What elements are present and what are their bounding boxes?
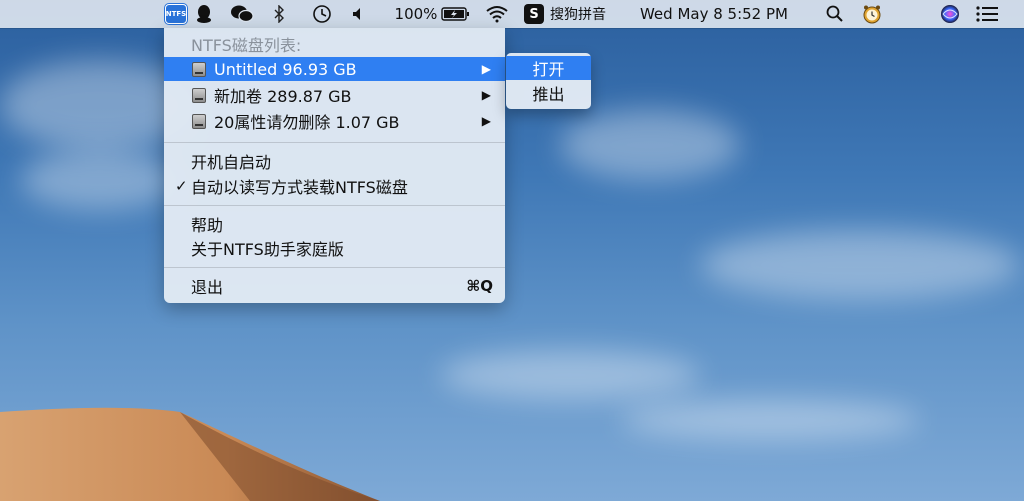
battery-status-item[interactable]: 100% [392, 0, 474, 28]
ntfs-dropdown-menu: NTFS磁盘列表: Untitled 96.93 GB ▶ 新加卷 289.87… [164, 28, 505, 303]
menu-item-auto-mount[interactable]: ✓ 自动以读写方式装载NTFS磁盘 [164, 174, 505, 198]
menu-item-label: 帮助 [191, 216, 224, 235]
disk-submenu: 打开 推出 [506, 53, 591, 109]
menu-item-help[interactable]: 帮助 [164, 212, 505, 236]
disk-item-untitled[interactable]: Untitled 96.93 GB ▶ [164, 57, 505, 81]
submenu-arrow-icon: ▶ [481, 88, 491, 102]
volume-status-item[interactable] [350, 0, 368, 28]
submenu-item-label: 打开 [532, 60, 565, 79]
qq-status-item[interactable] [194, 0, 214, 28]
disk-item-20-attributes[interactable]: 20属性请勿删除 1.07 GB ▶ [164, 109, 505, 133]
disk-label: 新加卷 289.87 GB [214, 87, 352, 106]
disk-icon [192, 61, 206, 77]
menu-item-label: 关于NTFS助手家庭版 [191, 240, 344, 259]
menu-item-about[interactable]: 关于NTFS助手家庭版 [164, 236, 505, 260]
bluetooth-status-item[interactable] [270, 0, 288, 28]
clock-app-status-item[interactable] [860, 0, 884, 28]
menu-separator [164, 142, 505, 143]
submenu-item-open[interactable]: 打开 [506, 56, 591, 80]
menu-item-label: 自动以读写方式装载NTFS磁盘 [191, 178, 408, 197]
sogou-icon: S [524, 4, 544, 24]
keyboard-shortcut: ⌘Q [466, 277, 493, 295]
clock-app-icon [863, 5, 881, 24]
qq-icon [197, 5, 211, 23]
disk-label: Untitled 96.93 GB [214, 59, 357, 79]
menu-bar: NTFS 100% S 搜狗拼音 Wed May 8 5:52 PM [0, 0, 1024, 28]
menu-item-quit[interactable]: 退出 ⌘Q [164, 274, 505, 298]
menu-header: NTFS磁盘列表: [164, 32, 505, 56]
wechat-icon [231, 5, 254, 23]
sogou-input-status-item[interactable]: S 搜狗拼音 [524, 0, 608, 28]
spotlight-status-item[interactable] [824, 0, 846, 28]
wifi-status-item[interactable] [484, 0, 510, 28]
wechat-status-item[interactable] [228, 0, 256, 28]
search-icon [826, 5, 843, 22]
disk-list-header: NTFS磁盘列表: [191, 36, 302, 55]
wifi-icon [486, 6, 508, 23]
siri-icon [941, 5, 959, 23]
disk-icon [192, 87, 206, 103]
notification-center-status-item[interactable] [974, 0, 1000, 28]
input-method-label: 搜狗拼音 [550, 7, 606, 23]
clock-status-item[interactable]: Wed May 8 5:52 PM [626, 0, 802, 28]
battery-icon [441, 7, 470, 21]
submenu-item-eject[interactable]: 推出 [506, 81, 591, 105]
ntfs-status-item[interactable]: NTFS [164, 0, 188, 28]
disk-icon [192, 113, 206, 129]
time-machine-icon [313, 5, 331, 23]
menu-separator [164, 267, 505, 268]
bluetooth-icon [274, 5, 284, 23]
submenu-item-label: 推出 [532, 85, 565, 104]
menu-item-label: 退出 [191, 278, 224, 297]
menu-item-launch-at-login[interactable]: 开机自启动 [164, 149, 505, 173]
disk-item-xinjiajuan[interactable]: 新加卷 289.87 GB ▶ [164, 83, 505, 107]
time-machine-status-item[interactable] [310, 0, 334, 28]
ntfs-icon: NTFS [165, 4, 187, 24]
siri-status-item[interactable] [938, 0, 962, 28]
menubar-clock: Wed May 8 5:52 PM [639, 5, 788, 23]
battery-percent: 100% [394, 5, 438, 23]
notification-list-icon [976, 6, 998, 22]
submenu-arrow-icon: ▶ [481, 114, 491, 128]
volume-icon [353, 8, 360, 20]
menu-separator [164, 205, 505, 206]
disk-label: 20属性请勿删除 1.07 GB [214, 113, 400, 132]
submenu-arrow-icon: ▶ [481, 62, 491, 76]
checkmark-icon: ✓ [175, 177, 188, 195]
menu-item-label: 开机自启动 [191, 153, 272, 172]
